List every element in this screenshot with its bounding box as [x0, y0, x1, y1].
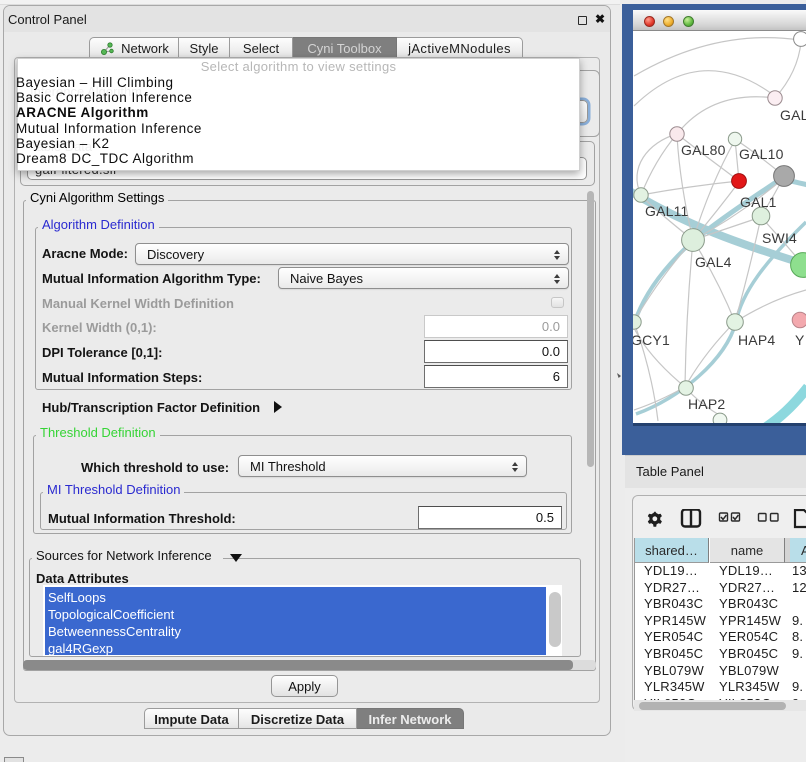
- svg-text:GAL1: GAL1: [740, 194, 777, 210]
- svg-text:HAP2: HAP2: [688, 396, 725, 412]
- svg-text:Y: Y: [795, 332, 805, 348]
- svg-text:GAL4: GAL4: [695, 254, 732, 270]
- svg-text:HAP4: HAP4: [738, 332, 775, 348]
- svg-text:GAL11: GAL11: [645, 203, 689, 219]
- svg-text:GAL10: GAL10: [739, 146, 784, 162]
- svg-text:GAL7: GAL7: [780, 107, 806, 123]
- svg-text:GAL80: GAL80: [681, 142, 726, 158]
- svg-text:GCY1: GCY1: [633, 332, 670, 348]
- svg-text:SWI4: SWI4: [762, 230, 797, 246]
